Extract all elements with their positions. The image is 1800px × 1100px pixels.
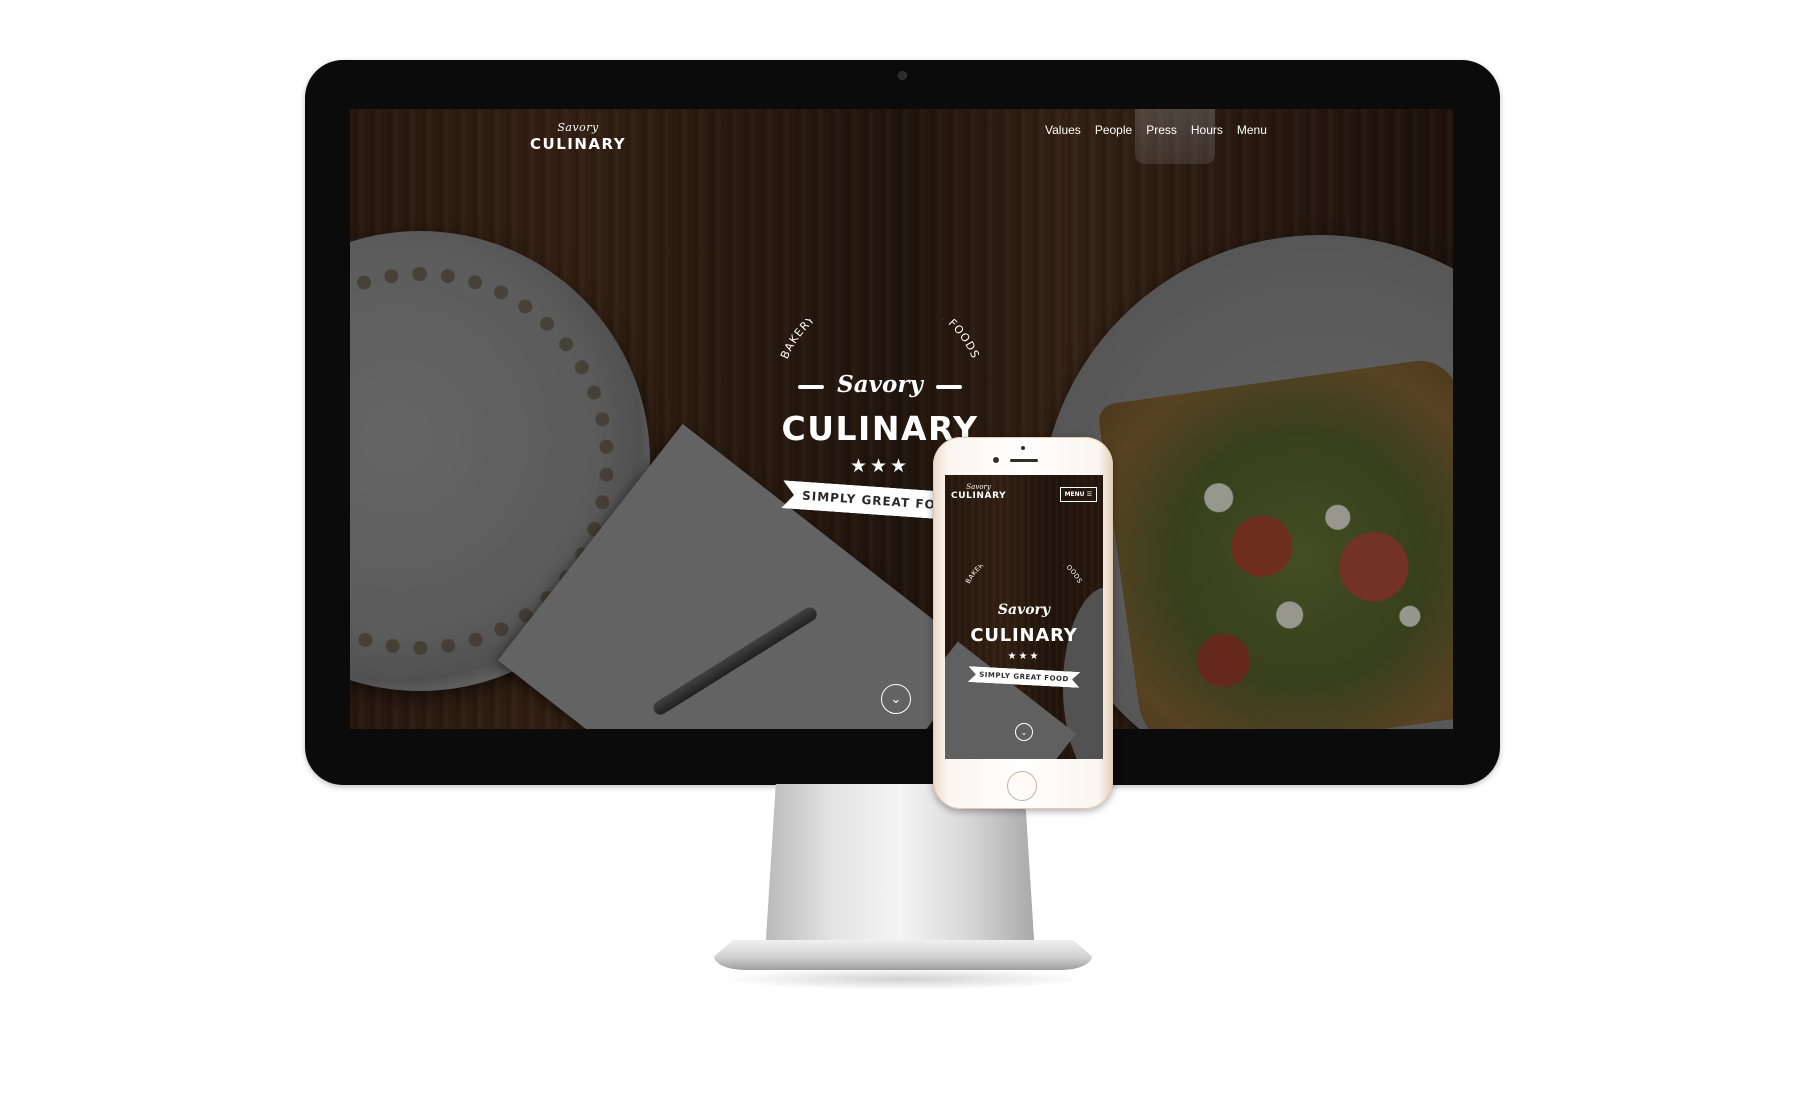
nav-press[interactable]: Press	[1146, 123, 1177, 137]
main-nav: Values People Press Hours Menu	[1045, 123, 1267, 137]
desktop-website-screen: Savory CULINARY Values People Press Hour…	[350, 109, 1453, 729]
mobile-star-icon: ★★★	[1007, 651, 1041, 662]
logo-word: CULINARY	[530, 135, 627, 153]
monitor-stand	[765, 784, 1035, 954]
svg-text:BAKERY - RESTARAUNT - FINE FOO: BAKERY - RESTARAUNT - FINE FOODS	[778, 319, 982, 361]
badge-dash-right	[936, 385, 962, 389]
phone-camera-icon	[993, 457, 999, 463]
badge-script: Savory	[837, 371, 923, 398]
monitor-stand-base	[714, 940, 1092, 970]
nav-hours[interactable]: Hours	[1191, 123, 1223, 137]
camera-icon	[898, 71, 907, 80]
mobile-logo[interactable]: Savory CULINARY	[951, 483, 1006, 501]
badge-arc-text: BAKERY - RESTARAUNT - FINE FOODS	[778, 319, 981, 361]
mobile-badge-arc-text: BAKERY - RESTARAUNT - FINE FOODS	[964, 565, 1084, 585]
mobile-phone: Savory CULINARY MENU ☰ BAKERY - RESTARAU…	[933, 437, 1113, 809]
phone-speaker	[1010, 459, 1038, 462]
mobile-website-screen: Savory CULINARY MENU ☰ BAKERY - RESTARAU…	[945, 475, 1103, 759]
site-logo[interactable]: Savory CULINARY	[530, 121, 626, 153]
logo-script: Savory	[557, 121, 599, 134]
mobile-badge-title: CULINARY	[970, 625, 1078, 646]
phone-sensor	[1021, 446, 1025, 450]
nav-values[interactable]: Values	[1045, 123, 1081, 137]
nav-people[interactable]: People	[1095, 123, 1132, 137]
chevron-down-icon[interactable]: ⌄	[881, 684, 911, 714]
svg-text:BAKERY - RESTARAUNT - FINE FOO: BAKERY - RESTARAUNT - FINE FOODS	[964, 565, 1084, 585]
nav-menu[interactable]: Menu	[1237, 123, 1267, 137]
home-button[interactable]	[1007, 771, 1037, 801]
mobile-badge-ribbon: SIMPLY GREAT FOOD	[968, 666, 1081, 688]
mobile-menu-button[interactable]: MENU ☰	[1059, 487, 1097, 502]
mobile-badge-script: Savory	[997, 602, 1051, 618]
chevron-down-icon[interactable]: ⌄	[1015, 723, 1033, 741]
mockup-stage: Savory CULINARY Values People Press Hour…	[0, 0, 1800, 1100]
mobile-logo-script: Savory	[966, 483, 991, 491]
mobile-hero-badge: BAKERY - RESTARAUNT - FINE FOODS Savory …	[954, 565, 1094, 695]
mobile-logo-word: CULINARY	[951, 491, 1007, 501]
monitor-shadow	[720, 968, 1086, 990]
